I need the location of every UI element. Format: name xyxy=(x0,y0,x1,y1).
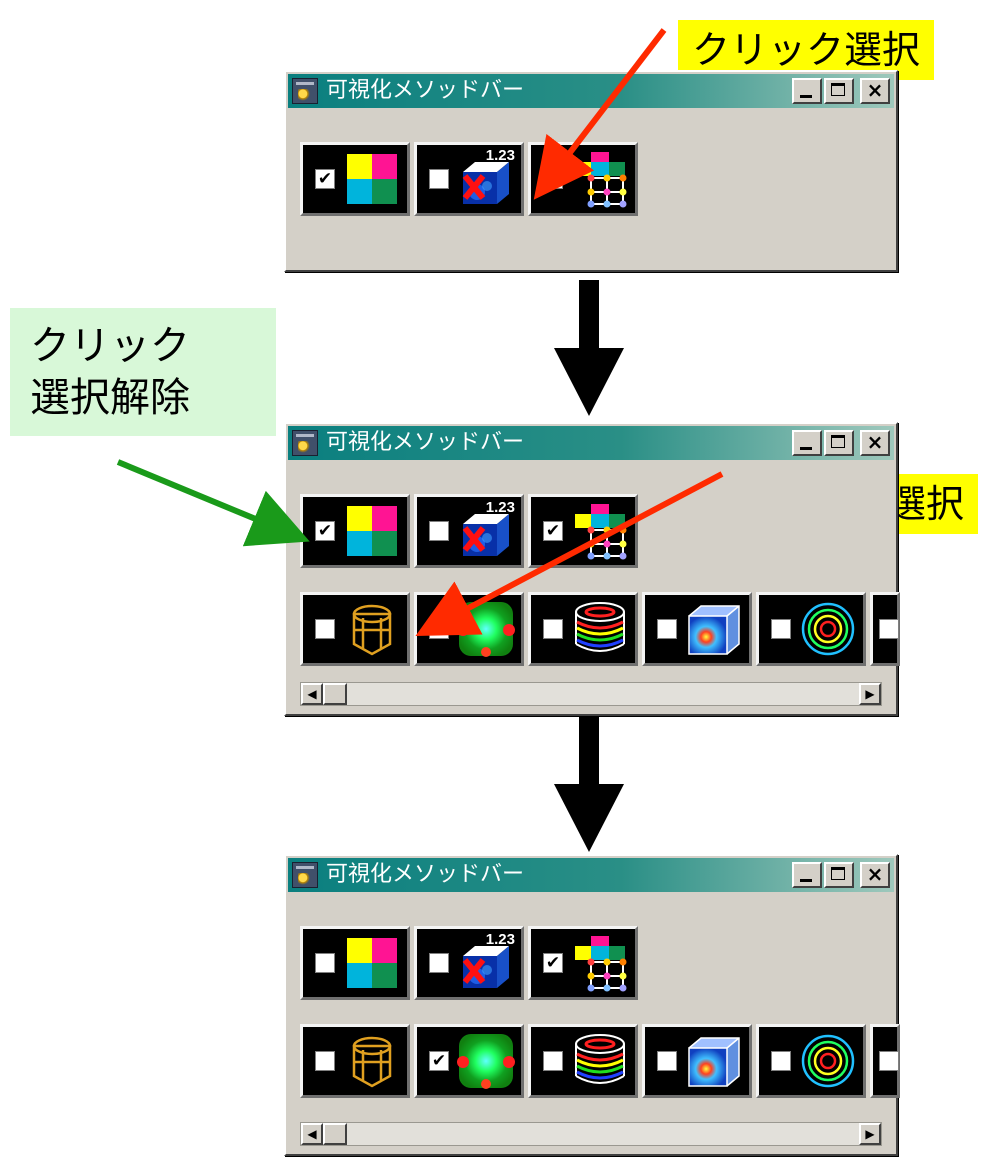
horizontal-scrollbar[interactable]: ◀ ▶ xyxy=(300,682,882,706)
value-badge: 1.23 xyxy=(485,499,515,516)
method-tile-numeric-value-cube[interactable]: 1.23 xyxy=(414,926,524,1000)
method-tile-color-quadrant[interactable]: ✔ xyxy=(300,494,410,568)
method-checkbox[interactable] xyxy=(315,619,335,639)
grid-nodes-icon xyxy=(571,502,629,560)
flow-down-arrow-2 xyxy=(554,716,624,852)
method-checkbox[interactable]: ✔ xyxy=(543,521,563,541)
grid-nodes-icon xyxy=(571,934,629,992)
app-icon xyxy=(292,78,318,104)
window-title: 可視化メソッドバー xyxy=(326,862,525,887)
minimize-button[interactable] xyxy=(792,862,822,888)
callout-click-deselect: クリック 選択解除 xyxy=(10,308,276,436)
window-title: 可視化メソッドバー xyxy=(326,430,525,455)
minimize-button[interactable] xyxy=(792,78,822,104)
scroll-thumb[interactable] xyxy=(323,1123,347,1145)
method-bar-window-1: 可視化メソッドバー × ✔ 1.23 xyxy=(284,70,898,272)
app-icon xyxy=(292,862,318,888)
method-checkbox[interactable] xyxy=(879,1051,899,1071)
scroll-thumb[interactable] xyxy=(323,683,347,705)
color-quadrant-icon xyxy=(343,150,401,208)
callout-deselect-line2: 選択解除 xyxy=(30,375,190,421)
maximize-button[interactable] xyxy=(824,862,854,888)
method-checkbox[interactable]: ✔ xyxy=(315,521,335,541)
title-bar[interactable]: 可視化メソッドバー × xyxy=(288,74,894,108)
method-tile-grid-nodes[interactable]: ✔ xyxy=(528,494,638,568)
method-tile-color-quadrant[interactable] xyxy=(300,926,410,1000)
method-tile-color-quadrant[interactable]: ✔ xyxy=(300,142,410,216)
close-button[interactable]: × xyxy=(860,430,890,456)
method-checkbox[interactable] xyxy=(543,619,563,639)
maximize-button[interactable] xyxy=(824,78,854,104)
method-checkbox[interactable] xyxy=(429,169,449,189)
method-tile-grid-nodes[interactable] xyxy=(528,142,638,216)
method-tile-surface-contour[interactable]: ✔ xyxy=(414,1024,524,1098)
wireframe-box-icon xyxy=(343,1032,401,1090)
method-tile-partial[interactable] xyxy=(870,592,900,666)
value-badge: 1.23 xyxy=(485,147,515,164)
surface-contour-icon xyxy=(457,600,515,658)
method-tile-volume-render[interactable] xyxy=(642,1024,752,1098)
window-title: 可視化メソッドバー xyxy=(326,78,525,103)
method-checkbox[interactable] xyxy=(429,953,449,973)
close-button[interactable]: × xyxy=(860,862,890,888)
callout-deselect-line1: クリック xyxy=(30,323,190,369)
green-pointer-arrow xyxy=(116,459,310,547)
method-checkbox[interactable] xyxy=(315,953,335,973)
color-quadrant-icon xyxy=(343,934,401,992)
scroll-right-button[interactable]: ▶ xyxy=(859,683,881,705)
method-tile-contour-rings[interactable] xyxy=(756,592,866,666)
method-tile-numeric-value-cube[interactable]: 1.23 xyxy=(414,142,524,216)
method-checkbox[interactable] xyxy=(315,1051,335,1071)
contour-rings-icon xyxy=(799,600,857,658)
method-tile-numeric-value-cube[interactable]: 1.23 xyxy=(414,494,524,568)
method-checkbox[interactable] xyxy=(879,619,899,639)
app-icon xyxy=(292,430,318,456)
surface-contour-icon xyxy=(457,1032,515,1090)
method-tile-volume-render[interactable] xyxy=(642,592,752,666)
method-tile-wireframe-box[interactable] xyxy=(300,1024,410,1098)
method-checkbox[interactable]: ✔ xyxy=(315,169,335,189)
flow-down-arrow-1 xyxy=(554,280,624,416)
grid-nodes-icon xyxy=(571,150,629,208)
stacked-slices-icon xyxy=(571,600,629,658)
volume-render-icon xyxy=(685,600,743,658)
minimize-button[interactable] xyxy=(792,430,822,456)
contour-rings-icon xyxy=(799,1032,857,1090)
method-checkbox[interactable] xyxy=(543,169,563,189)
method-tile-partial[interactable] xyxy=(870,1024,900,1098)
wireframe-box-icon xyxy=(343,600,401,658)
method-tile-stacked-slices[interactable] xyxy=(528,592,638,666)
horizontal-scrollbar[interactable]: ◀ ▶ xyxy=(300,1122,882,1146)
method-checkbox[interactable]: ✔ xyxy=(543,953,563,973)
method-bar-window-3: 可視化メソッドバー × 1.23 ✔ ✔ ◀ ▶ xyxy=(284,854,900,1156)
method-bar-window-2: 可視化メソッドバー × ✔ 1.23 ✔ ◀ ▶ xyxy=(284,422,900,716)
method-checkbox[interactable]: ✔ xyxy=(429,1051,449,1071)
scroll-right-button[interactable]: ▶ xyxy=(859,1123,881,1145)
value-badge: 1.23 xyxy=(485,931,515,948)
close-button[interactable]: × xyxy=(860,78,890,104)
scroll-left-button[interactable]: ◀ xyxy=(301,683,323,705)
method-tile-wireframe-box[interactable] xyxy=(300,592,410,666)
maximize-button[interactable] xyxy=(824,430,854,456)
method-checkbox[interactable] xyxy=(771,1051,791,1071)
scroll-left-button[interactable]: ◀ xyxy=(301,1123,323,1145)
method-checkbox[interactable] xyxy=(657,1051,677,1071)
method-tile-grid-nodes[interactable]: ✔ xyxy=(528,926,638,1000)
color-quadrant-icon xyxy=(343,502,401,560)
method-tile-contour-rings[interactable] xyxy=(756,1024,866,1098)
stacked-slices-icon xyxy=(571,1032,629,1090)
method-checkbox[interactable] xyxy=(543,1051,563,1071)
method-tile-surface-contour[interactable] xyxy=(414,592,524,666)
method-checkbox[interactable] xyxy=(429,619,449,639)
method-checkbox[interactable] xyxy=(771,619,791,639)
method-checkbox[interactable] xyxy=(657,619,677,639)
volume-render-icon xyxy=(685,1032,743,1090)
method-checkbox[interactable] xyxy=(429,521,449,541)
title-bar[interactable]: 可視化メソッドバー × xyxy=(288,426,894,460)
method-tile-stacked-slices[interactable] xyxy=(528,1024,638,1098)
title-bar[interactable]: 可視化メソッドバー × xyxy=(288,858,894,892)
